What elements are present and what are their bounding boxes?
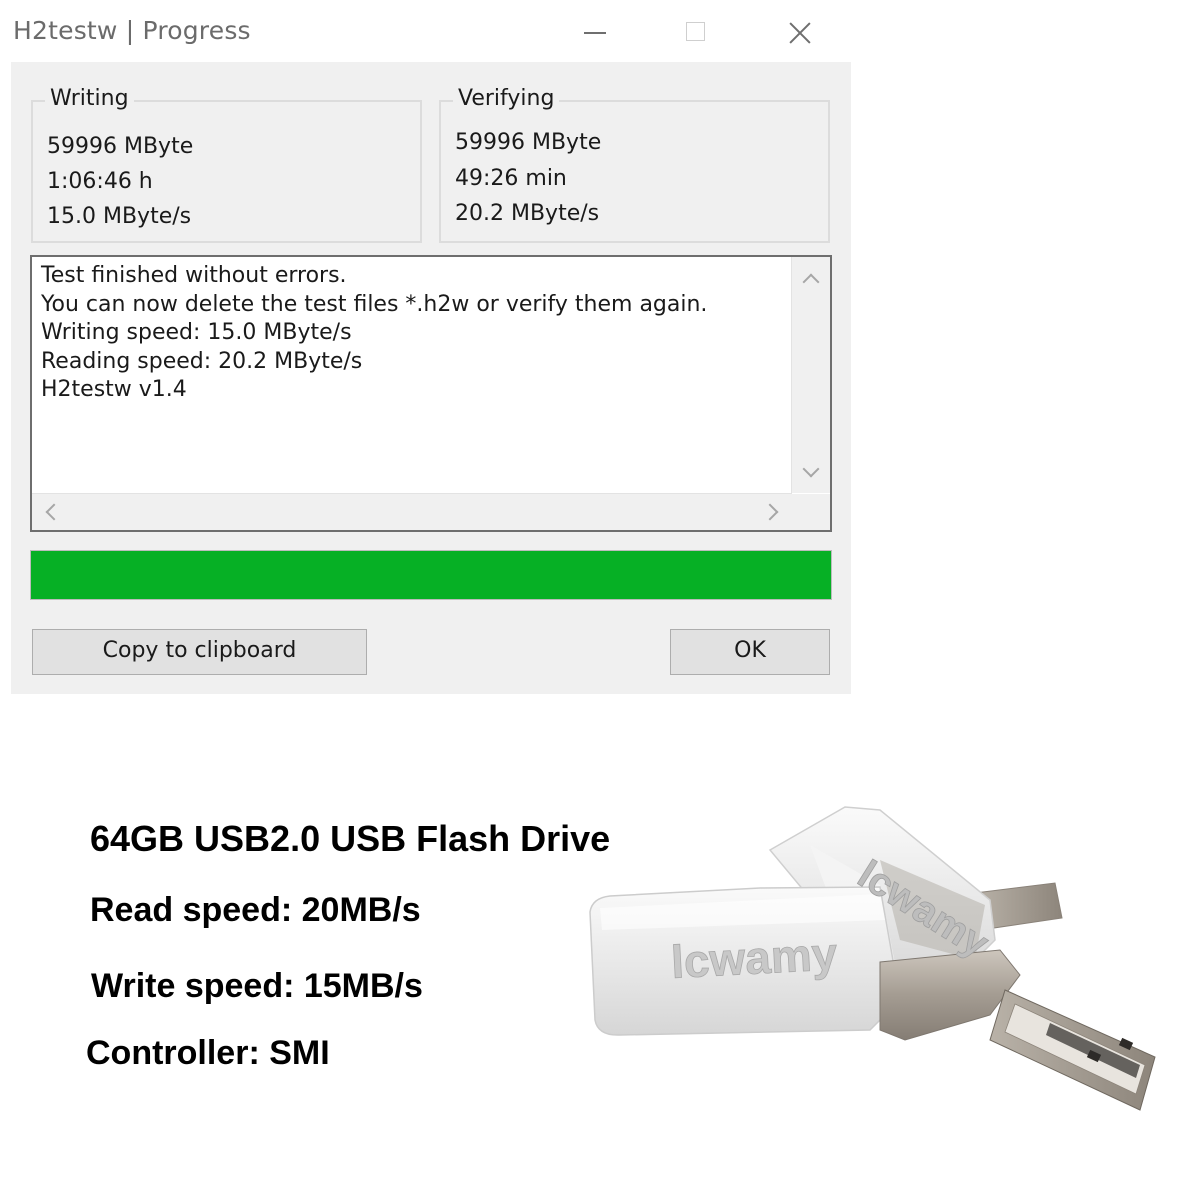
- writing-size: 59996 MByte: [47, 134, 194, 159]
- scroll-up-icon[interactable]: [802, 273, 820, 291]
- copy-to-clipboard-button[interactable]: Copy to clipboard: [32, 629, 367, 675]
- title-bar: H2testw | Progress: [0, 0, 850, 62]
- log-line: You can now delete the test files *.h2w …: [41, 292, 708, 317]
- minimize-icon[interactable]: [576, 12, 616, 52]
- verifying-speed: 20.2 MByte/s: [455, 201, 600, 226]
- writing-time: 1:06:46 h: [47, 169, 153, 194]
- log-line: Test finished without errors.: [41, 263, 347, 288]
- verifying-size: 59996 MByte: [455, 130, 602, 155]
- spec-write-speed: Write speed: 15MB/s: [91, 967, 423, 1005]
- writing-group: Writing 59996 MByte 1:06:46 h 15.0 MByte…: [31, 86, 422, 243]
- writing-legend: Writing: [45, 86, 134, 111]
- log-line: Writing speed: 15.0 MByte/s: [41, 320, 352, 345]
- verifying-legend: Verifying: [453, 86, 560, 111]
- maximize-icon[interactable]: [676, 12, 716, 52]
- scroll-down-icon[interactable]: [802, 460, 820, 478]
- dialog-body: Writing 59996 MByte 1:06:46 h 15.0 MByte…: [11, 62, 851, 694]
- spec-capacity: 64GB USB2.0 USB Flash Drive: [90, 818, 611, 859]
- result-log[interactable]: Test finished without errors. You can no…: [30, 255, 832, 532]
- scrollbar-corner: [792, 494, 830, 530]
- progress-fill: [31, 551, 831, 599]
- verifying-time: 49:26 min: [455, 166, 567, 191]
- close-icon[interactable]: [780, 12, 820, 52]
- vertical-scrollbar[interactable]: [791, 257, 830, 493]
- brand-engraving: lcwamy: [670, 927, 839, 988]
- ok-button[interactable]: OK: [670, 629, 830, 675]
- log-line: H2testw v1.4: [41, 377, 187, 402]
- progress-bar: [30, 550, 832, 600]
- spec-controller: Controller: SMI: [86, 1034, 330, 1072]
- writing-speed: 15.0 MByte/s: [47, 204, 192, 229]
- usb-flash-drive-image: lcwamy lcwamy: [589, 806, 1156, 1111]
- window-title: H2testw | Progress: [13, 16, 251, 45]
- spec-read-speed: Read speed: 20MB/s: [90, 891, 421, 929]
- verifying-group: Verifying 59996 MByte 49:26 min 20.2 MBy…: [439, 86, 830, 243]
- scroll-left-icon[interactable]: [45, 503, 63, 521]
- scroll-right-icon[interactable]: [761, 503, 779, 521]
- log-line: Reading speed: 20.2 MByte/s: [41, 349, 363, 374]
- horizontal-scrollbar[interactable]: [32, 493, 792, 530]
